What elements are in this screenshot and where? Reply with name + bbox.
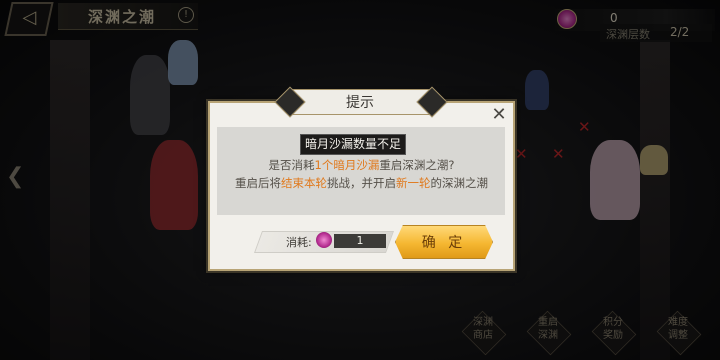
line1-highlight: 1个暗月沙漏 [314, 158, 380, 172]
confirm-button[interactable]: 确 定 [395, 225, 493, 259]
dialog-title: 提示 [346, 95, 374, 111]
cost-value: 1 [356, 234, 364, 247]
message-line-1: 是否消耗1个暗月沙漏重启深渊之潮? [210, 157, 513, 173]
confirm-button-label[interactable]: 确 定 [396, 232, 492, 252]
line1-prefix: 是否消耗 [268, 158, 315, 172]
line1-suffix: 重启深渊之潮? [379, 158, 455, 172]
hourglass-gem-icon [316, 232, 332, 248]
message-line-2: 重启后将结束本轮挑战，并开启新一轮的深渊之潮 [210, 175, 513, 191]
prompt-dialog: 提示 ✕ 是否消耗1个暗月沙漏重启深渊之潮? 重启后将结束本轮挑战，并开启新一轮… [208, 86, 515, 271]
insufficient-toast: 暗月沙漏数量不足 [300, 134, 407, 155]
line2-highlight-1: 结束本轮 [281, 176, 327, 190]
line2-middle: 挑战，并开启 [327, 176, 396, 190]
dialog-title-ribbon: 提示 [274, 86, 448, 118]
line2-suffix: 的深渊之潮 [430, 176, 489, 190]
line2-highlight-2: 新一轮 [396, 176, 431, 190]
cost-label: 消耗: [286, 236, 312, 249]
line2-prefix: 重启后将 [235, 176, 281, 190]
cost-display: 消耗: 1 [253, 231, 395, 253]
close-icon[interactable]: ✕ [489, 106, 509, 126]
